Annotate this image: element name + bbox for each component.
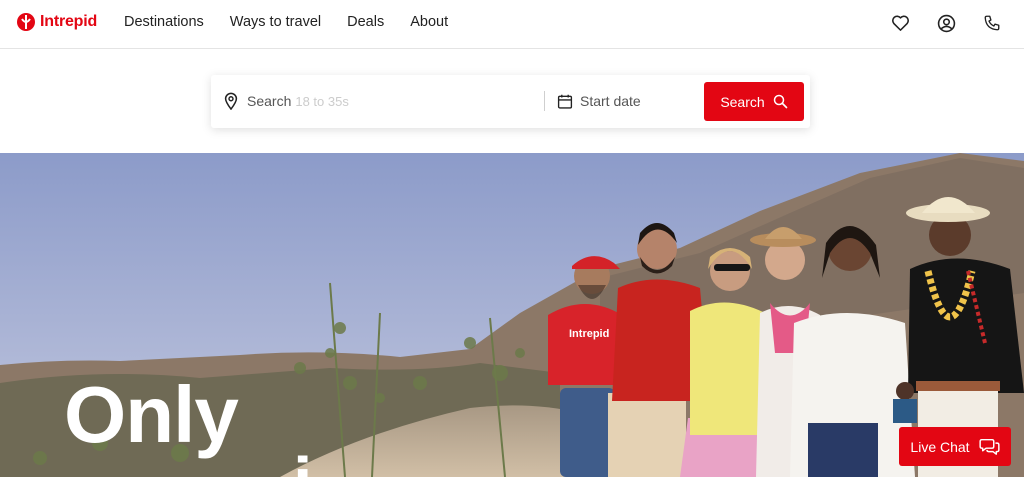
hero-title-line2-partial: i xyxy=(293,447,312,477)
start-date-placeholder: Start date xyxy=(580,93,641,109)
destination-search-field[interactable]: Search 18 to 35s xyxy=(223,89,543,113)
search-button[interactable]: Search xyxy=(704,82,804,121)
phone-icon[interactable] xyxy=(982,12,1002,34)
main-nav: Destinations Ways to travel Deals About xyxy=(124,14,448,30)
live-chat-label: Live Chat xyxy=(910,438,970,455)
nav-destinations[interactable]: Destinations xyxy=(124,14,204,30)
heart-icon[interactable] xyxy=(890,12,910,34)
nav-ways-to-travel[interactable]: Ways to travel xyxy=(230,14,321,30)
logo-mark-icon xyxy=(17,13,35,31)
search-divider xyxy=(544,91,545,111)
location-pin-icon xyxy=(224,92,238,110)
hero-title-line1: Only xyxy=(64,370,239,459)
header-icons xyxy=(890,12,1002,34)
shirt-logo-text: Intrepid xyxy=(569,328,609,340)
live-chat-button[interactable]: Live Chat xyxy=(899,427,1011,466)
start-date-field[interactable]: Start date xyxy=(557,89,641,113)
account-icon[interactable] xyxy=(936,12,956,34)
nav-deals[interactable]: Deals xyxy=(347,14,384,30)
logo-text: Intrepid xyxy=(40,13,98,30)
nav-about[interactable]: About xyxy=(410,14,448,30)
search-placeholder: Search xyxy=(247,93,292,109)
hero-banner: Intrepid Only xyxy=(0,153,1024,477)
search-button-label: Search xyxy=(720,93,765,110)
search-bar: Search 18 to 35s Start date Search xyxy=(211,75,810,128)
search-icon xyxy=(773,94,787,109)
calendar-icon xyxy=(557,94,573,109)
site-header: Intrepid Destinations Ways to travel Dea… xyxy=(0,0,1024,49)
search-ghost-suggestion: 18 to 35s xyxy=(295,93,349,109)
intrepid-logo[interactable]: Intrepid xyxy=(16,12,97,32)
chat-bubbles-icon xyxy=(979,438,1000,455)
